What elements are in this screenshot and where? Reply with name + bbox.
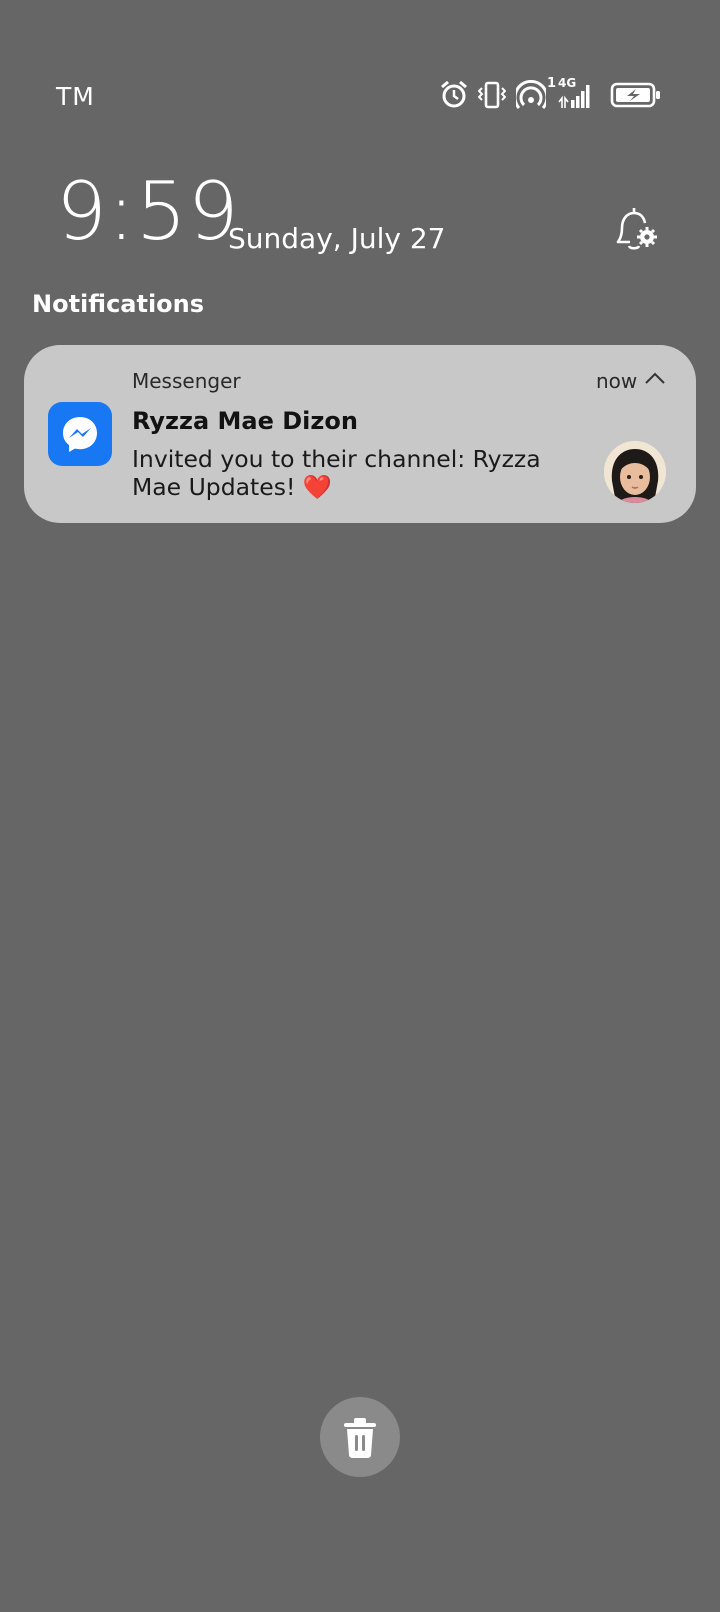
notification-settings-icon[interactable]	[612, 204, 660, 252]
battery-charging-icon	[610, 82, 660, 108]
notification-sender: Ryzza Mae Dizon	[132, 407, 358, 435]
vibrate-icon	[478, 81, 506, 109]
trash-icon	[344, 1418, 376, 1458]
clear-notifications-button[interactable]	[320, 1397, 400, 1477]
notification-message: Invited you to their channel: Ryzza Mae …	[132, 445, 592, 501]
carrier-name: TM	[56, 82, 95, 111]
messenger-icon	[48, 402, 112, 466]
signal-icon	[558, 85, 590, 108]
notification-card[interactable]: Messenger now Ryzza Mae Dizon Invited yo…	[24, 345, 696, 523]
notification-message-text: Invited you to their channel: Ryzza Mae …	[132, 445, 541, 501]
alarm-icon	[441, 80, 467, 108]
lockscreen-date: Sunday, July 27	[228, 222, 446, 255]
hotspot-icon	[516, 80, 546, 109]
sim-slot-label: 1	[547, 76, 557, 91]
notification-time: now	[596, 369, 638, 393]
status-bar: TM 1 4G	[0, 70, 720, 120]
notification-app-name: Messenger	[132, 369, 241, 393]
chevron-up-icon[interactable]	[644, 371, 666, 385]
heart-emoji: ❤️	[302, 473, 333, 501]
lock-screen: TM 1 4G 9:59 Sunday, July 27 Notificatio…	[0, 0, 720, 1612]
lockscreen-clock: 9:59	[56, 165, 240, 258]
avatar	[604, 441, 666, 503]
notifications-section-label: Notifications	[32, 290, 205, 318]
